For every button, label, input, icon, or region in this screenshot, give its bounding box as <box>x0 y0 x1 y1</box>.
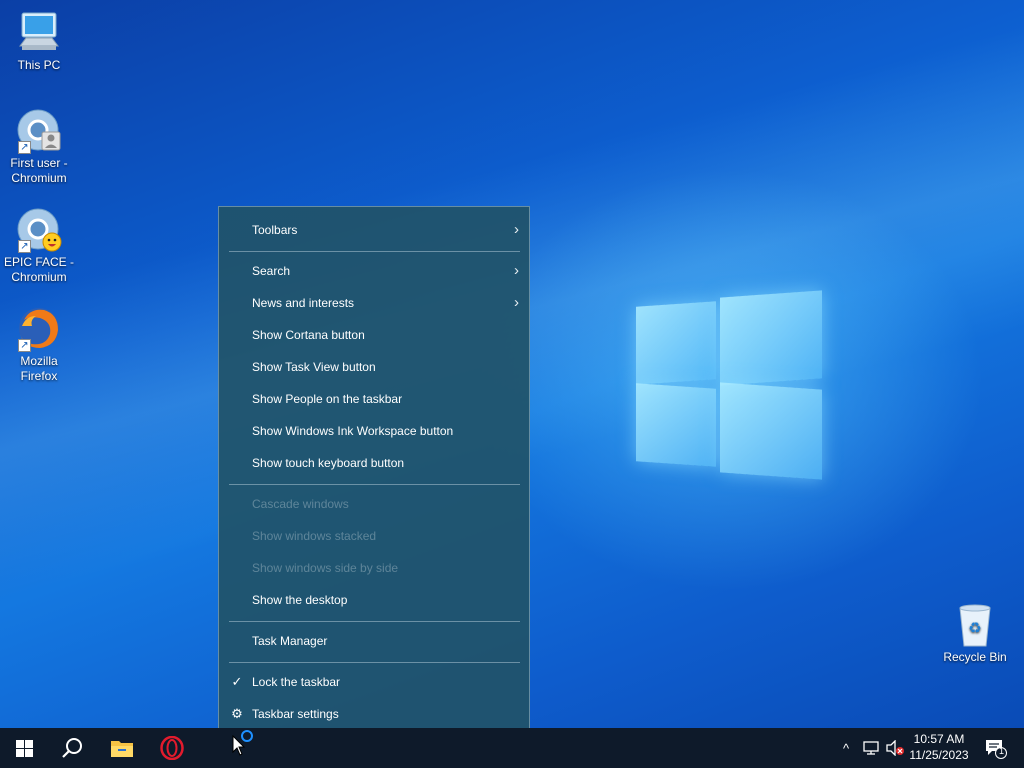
notification-count-badge: 1 <box>999 746 1005 756</box>
desktop-icon-recycle-bin[interactable]: ♻ Recycle Bin <box>937 602 1013 665</box>
menu-item-search[interactable]: Search › <box>219 255 529 287</box>
menu-item-label: Show Cortana button <box>252 328 365 342</box>
menu-item-news-and-interests[interactable]: News and interests › <box>219 287 529 319</box>
submenu-arrow-icon: › <box>514 294 519 311</box>
menu-item-label: Show windows stacked <box>252 529 377 543</box>
desktop-icon-epic-face-chromium[interactable]: ↗ EPIC FACE - Chromium <box>1 207 77 285</box>
windows-logo-wallpaper <box>636 290 822 480</box>
menu-item-label: Lock the taskbar <box>252 675 341 689</box>
start-button[interactable] <box>0 728 48 768</box>
desktop-icon-label: Mozilla Firefox <box>20 354 58 383</box>
submenu-arrow-icon: › <box>514 262 519 279</box>
file-explorer-icon <box>111 741 133 757</box>
desktop-icon-first-user-chromium[interactable]: ↗ First user - Chromium <box>1 108 77 186</box>
menu-item-label: Search <box>252 264 291 278</box>
menu-item-show-touch-keyboard[interactable]: Show touch keyboard button <box>219 447 529 479</box>
submenu-arrow-icon: › <box>514 221 519 238</box>
network-icon <box>863 741 879 755</box>
menu-separator <box>229 662 520 663</box>
search-icon <box>62 738 82 758</box>
this-pc-icon <box>16 10 62 56</box>
shortcut-arrow-icon: ↗ <box>18 240 31 253</box>
menu-separator <box>229 484 520 485</box>
shortcut-arrow-icon: ↗ <box>18 339 31 352</box>
recycle-bin-icon: ♻ <box>952 602 998 648</box>
action-center-button[interactable]: 1 <box>978 728 1012 768</box>
volume-muted-icon <box>886 740 904 756</box>
menu-item-show-people[interactable]: Show People on the taskbar <box>219 383 529 415</box>
chromium-profile-icon: ↗ <box>16 108 62 154</box>
desktop-icon-label: EPIC FACE - Chromium <box>3 255 74 284</box>
menu-item-cascade-windows: Cascade windows <box>219 488 529 520</box>
taskbar-opera[interactable] <box>148 728 196 768</box>
gear-icon: ⚙ <box>231 706 243 721</box>
menu-item-label: Cascade windows <box>252 497 349 511</box>
desktop-icon-this-pc[interactable]: This PC <box>1 10 77 73</box>
menu-item-label: Show the desktop <box>252 593 348 607</box>
menu-item-label: Show People on the taskbar <box>252 392 403 406</box>
menu-separator <box>229 251 520 252</box>
opera-icon <box>160 736 184 760</box>
desktop-icon-label: This PC <box>17 58 61 72</box>
chevron-up-icon: ^ <box>842 740 850 756</box>
taskbar-file-explorer[interactable] <box>98 728 146 768</box>
firefox-icon: ↗ <box>16 306 62 352</box>
checkmark-icon: ✓ <box>231 674 243 689</box>
chromium-epic-face-icon: ↗ <box>16 207 62 253</box>
mouse-pointer-busy <box>232 728 256 756</box>
desktop-icon-label: First user - Chromium <box>10 156 68 185</box>
menu-item-label: News and interests <box>252 296 355 310</box>
menu-item-task-manager[interactable]: Task Manager <box>219 625 529 657</box>
menu-item-show-the-desktop[interactable]: Show the desktop <box>219 584 529 616</box>
taskbar-context-menu: Toolbars › Search › News and interests ›… <box>218 206 530 738</box>
tray-network[interactable] <box>860 728 882 768</box>
desktop-icon-mozilla-firefox[interactable]: ↗ Mozilla Firefox <box>1 306 77 384</box>
menu-item-show-cortana-button[interactable]: Show Cortana button <box>219 319 529 351</box>
menu-item-show-windows-stacked: Show windows stacked <box>219 520 529 552</box>
windows-start-icon <box>15 739 33 757</box>
menu-item-label: Show touch keyboard button <box>252 456 405 470</box>
menu-item-lock-the-taskbar[interactable]: ✓ Lock the taskbar <box>219 666 529 698</box>
menu-item-label: Show Task View button <box>252 360 376 374</box>
menu-item-label: Task Manager <box>252 634 328 648</box>
menu-item-show-windows-side-by-side: Show windows side by side <box>219 552 529 584</box>
menu-item-show-task-view-button[interactable]: Show Task View button <box>219 351 529 383</box>
menu-item-toolbars[interactable]: Toolbars › <box>219 214 529 246</box>
menu-item-label: Taskbar settings <box>252 707 339 721</box>
menu-item-label: Show Windows Ink Workspace button <box>252 424 454 438</box>
taskbar[interactable]: ^ 10:57 AM 11/25/2023 1 <box>0 728 1024 768</box>
shortcut-arrow-icon: ↗ <box>18 141 31 154</box>
menu-item-show-windows-ink[interactable]: Show Windows Ink Workspace button <box>219 415 529 447</box>
menu-separator <box>229 621 520 622</box>
tray-show-hidden-icons[interactable]: ^ <box>836 728 856 768</box>
taskbar-clock[interactable]: 10:57 AM 11/25/2023 <box>904 731 974 763</box>
clock-time: 10:57 AM <box>913 732 965 746</box>
search-button[interactable] <box>48 728 96 768</box>
menu-item-taskbar-settings[interactable]: ⚙ Taskbar settings <box>219 698 529 730</box>
menu-item-label: Show windows side by side <box>252 561 399 575</box>
menu-item-label: Toolbars <box>252 223 298 237</box>
tray-volume[interactable] <box>884 728 906 768</box>
desktop-icon-label: Recycle Bin <box>943 650 1007 664</box>
svg-text:♻: ♻ <box>968 619 981 637</box>
clock-date: 11/25/2023 <box>909 748 969 762</box>
